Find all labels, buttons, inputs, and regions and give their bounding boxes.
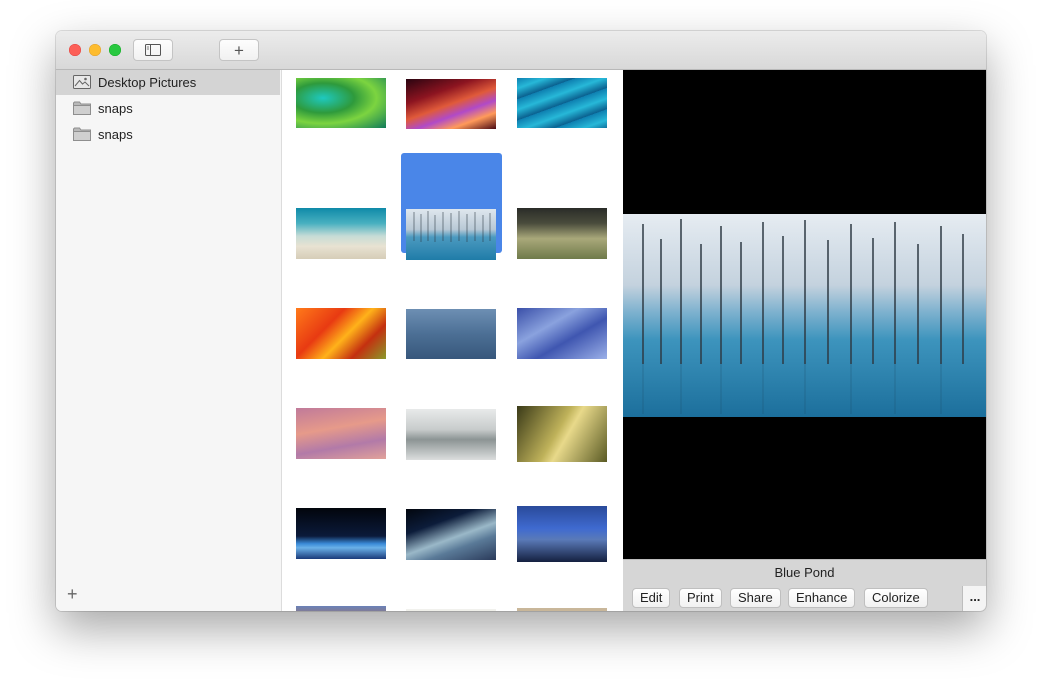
close-window-button[interactable] — [69, 44, 81, 56]
app-window: + Desktop Pictures snaps snaps + Blue Po… — [56, 31, 986, 611]
sidebar-item-label: snaps — [98, 101, 133, 116]
sidebar-icon — [145, 44, 161, 56]
add-folder-button[interactable]: + — [67, 585, 78, 603]
sidebar-item-desktop-pictures[interactable]: Desktop Pictures — [56, 70, 280, 95]
foggy-lake-thumbnail[interactable] — [406, 409, 496, 460]
toggle-sidebar-button[interactable] — [133, 39, 173, 61]
add-button[interactable]: + — [219, 39, 259, 61]
sidebar-item-label: snaps — [98, 127, 133, 142]
more-button[interactable]: ... — [962, 586, 986, 611]
blue-pond-thumbnail[interactable] — [406, 209, 496, 260]
colorize-button[interactable]: Colorize — [864, 588, 928, 608]
photo-folder-icon — [73, 75, 91, 89]
el-capitan-thumbnail[interactable] — [296, 606, 386, 611]
green-swirl-thumbnail[interactable] — [296, 78, 386, 128]
minimize-window-button[interactable] — [89, 44, 101, 56]
red-canyon-thumbnail[interactable] — [406, 79, 496, 129]
elephant-thumbnail[interactable] — [406, 609, 496, 611]
sidebar-item-snaps-2[interactable]: snaps — [56, 122, 280, 147]
print-button[interactable]: Print — [679, 588, 722, 608]
sidebar-item-snaps-1[interactable]: snaps — [56, 96, 280, 121]
image-title: Blue Pond — [774, 565, 835, 580]
earth-orbit-thumbnail[interactable] — [406, 509, 496, 560]
mountain-night-thumbnail[interactable] — [517, 506, 607, 562]
preview-pane: Blue Pond Edit Print Share Enhance Color… — [623, 70, 986, 611]
beige-thumbnail[interactable] — [517, 608, 607, 611]
sidebar-item-label: Desktop Pictures — [98, 75, 197, 90]
preview-toolbar: Blue Pond Edit Print Share Enhance Color… — [623, 559, 986, 611]
blue-pond-preview-image[interactable] — [623, 214, 986, 417]
share-button[interactable]: Share — [730, 588, 781, 608]
sand-dunes-thumbnail[interactable] — [296, 408, 386, 459]
beach-thumbnail[interactable] — [296, 208, 386, 259]
ice-thumbnail[interactable] — [517, 308, 607, 359]
grass-thumbnail[interactable] — [517, 208, 607, 259]
sidebar: Desktop Pictures snaps snaps + — [56, 70, 282, 611]
blue-waves-thumbnail[interactable] — [517, 78, 607, 128]
zoom-window-button[interactable] — [109, 44, 121, 56]
golden-forest-thumbnail[interactable] — [517, 406, 607, 462]
autumn-thumbnail[interactable] — [296, 308, 386, 359]
earth-horizon-thumbnail[interactable] — [296, 508, 386, 559]
folder-icon — [73, 101, 91, 115]
folder-icon — [73, 127, 91, 141]
add-button-label: + — [234, 40, 244, 60]
titlebar: + — [56, 31, 986, 70]
blue-texture-thumbnail[interactable] — [406, 309, 496, 359]
enhance-button[interactable]: Enhance — [788, 588, 856, 608]
thumbnail-grid — [282, 70, 622, 611]
edit-button[interactable]: Edit — [632, 588, 671, 608]
